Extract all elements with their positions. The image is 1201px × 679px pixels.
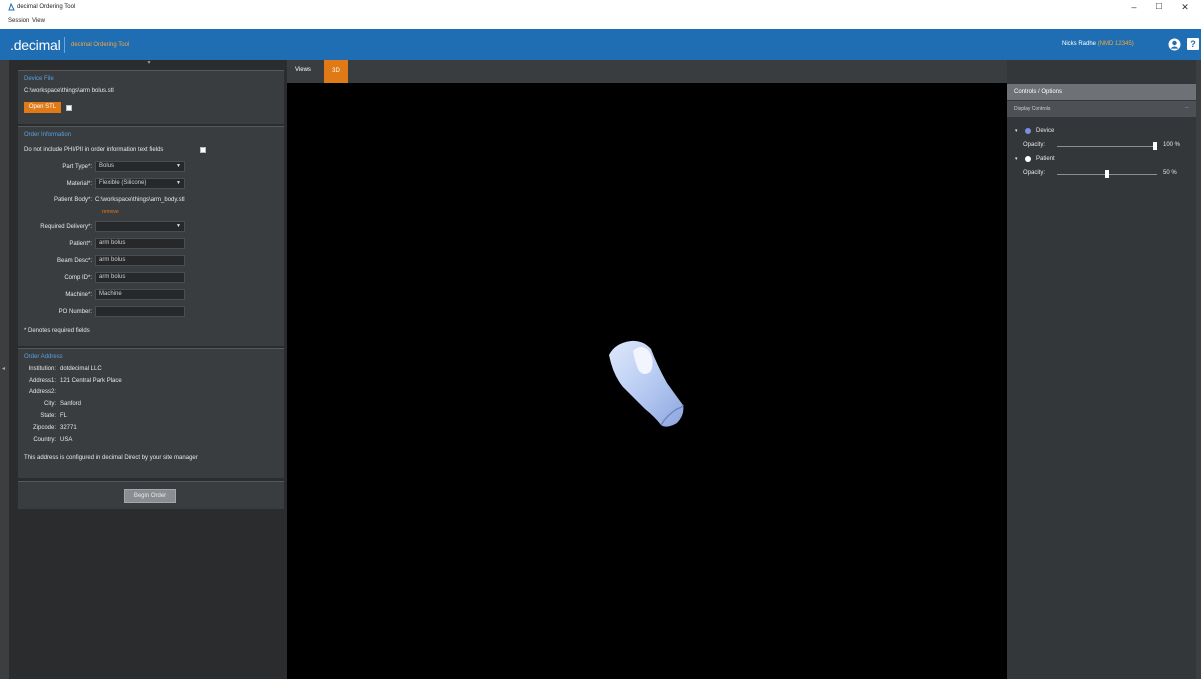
beam-desc-input[interactable]: arm bolus xyxy=(95,255,185,266)
device-file-path: C:\workspace\things\arm bolus.stl xyxy=(24,88,114,94)
device-opacity-slider[interactable] xyxy=(1057,146,1157,147)
display-controls-header[interactable]: Display Controls – xyxy=(1007,101,1196,117)
part-type-label: Part Type*: xyxy=(62,164,92,170)
material-select[interactable]: Flexible (Silicone) ▼ xyxy=(95,178,185,189)
order-address-title: Order Address xyxy=(24,354,63,360)
menu-item-session[interactable]: Session xyxy=(8,18,29,24)
user-name-text: Nicks Radhe xyxy=(1062,41,1097,47)
user-account-icon[interactable] xyxy=(1168,38,1181,51)
app-title: decimal Ordering Tool xyxy=(71,42,130,48)
patient-opacity-value: 50 % xyxy=(1163,170,1177,176)
device-file-section: Device File C:\workspace\things\arm bolu… xyxy=(18,70,284,124)
address1-value: 121 Central Park Place xyxy=(60,378,122,384)
remove-patient-body-link[interactable]: remove xyxy=(102,209,119,215)
state-label: State: xyxy=(40,413,56,419)
left-collapse-strip[interactable]: ◂ xyxy=(0,60,9,679)
machine-input[interactable]: Machine xyxy=(95,289,185,300)
address2-label: Address2: xyxy=(28,389,56,395)
caret-down-icon[interactable]: ▾ xyxy=(1015,128,1018,134)
begin-order-button[interactable]: Begin Order xyxy=(124,489,176,503)
chevron-down-icon: ▼ xyxy=(176,180,181,186)
chevron-down-icon: ▼ xyxy=(176,163,181,169)
device-color-swatch[interactable] xyxy=(1025,128,1031,134)
chevron-left-icon[interactable]: ◂ xyxy=(2,365,5,372)
phi-checkbox[interactable] xyxy=(200,147,206,153)
required-delivery-select[interactable]: ▼ xyxy=(95,221,185,232)
part-type-select[interactable]: Bolus ▼ xyxy=(95,161,185,172)
controls-options-title: Controls / Options xyxy=(1014,89,1063,95)
help-icon[interactable]: ? xyxy=(1187,38,1199,50)
patient-label: Patient*: xyxy=(69,241,92,247)
right-edge-strip xyxy=(1196,60,1201,679)
header-divider xyxy=(64,37,65,53)
collapse-icon[interactable]: – xyxy=(1185,105,1188,111)
comp-id-label: Comp ID*: xyxy=(64,275,92,281)
close-button[interactable]: ✕ xyxy=(1174,0,1196,14)
patient-body-path: C:\workspace\things\arm_body.stl xyxy=(95,197,185,203)
country-value: USA xyxy=(60,437,73,443)
order-panel: ▾ Device File C:\workspace\things\arm bo… xyxy=(9,60,287,679)
phi-warning-label: Do not include PHI/PII in order informat… xyxy=(24,147,164,153)
material-label: Material*: xyxy=(66,181,92,187)
institution-label: Institution: xyxy=(28,366,56,372)
decimal-logo: .decimal xyxy=(10,37,61,53)
comp-id-input[interactable]: arm bolus xyxy=(95,272,185,283)
3d-viewport[interactable] xyxy=(287,83,1007,679)
window-titlebar: decimal Ordering Tool – ☐ ✕ xyxy=(0,0,1201,14)
address1-label: Address1: xyxy=(28,378,56,384)
device-file-checkbox[interactable] xyxy=(66,105,72,111)
tab-3d[interactable]: 3D xyxy=(324,60,348,83)
chevron-down-icon[interactable]: ▾ xyxy=(139,60,159,67)
patient-layer-label: Patient xyxy=(1036,156,1055,162)
caret-down-icon[interactable]: ▾ xyxy=(1015,156,1018,162)
menu-bar: Session View xyxy=(0,14,1201,29)
beam-desc-label: Beam Desc*: xyxy=(56,258,92,264)
bolus-3d-model[interactable] xyxy=(605,335,695,435)
controls-options-header: Controls / Options xyxy=(1007,84,1196,100)
menu-item-view[interactable]: View xyxy=(32,18,45,24)
view-tabs-bar: Views 3D xyxy=(287,60,1007,83)
part-type-value: Bolus xyxy=(99,163,115,169)
maximize-button[interactable]: ☐ xyxy=(1148,0,1170,14)
city-value: Sanford xyxy=(60,401,82,407)
required-delivery-label: Required Delivery*: xyxy=(40,224,92,230)
controls-panel: Controls / Options Display Controls – ▾ … xyxy=(1007,60,1196,679)
required-fields-note: * Denotes required fields xyxy=(24,328,90,334)
user-name: Nicks Radhe (NMD 12345) xyxy=(1062,41,1134,47)
app-header: .decimal decimal Ordering Tool Nicks Rad… xyxy=(0,29,1201,60)
chevron-down-icon: ▼ xyxy=(176,223,181,229)
app-icon xyxy=(8,3,15,11)
device-label: Device xyxy=(1036,128,1055,134)
device-opacity-label: Opacity: xyxy=(1023,142,1046,148)
zipcode-label: Zipcode: xyxy=(32,425,56,431)
user-id: (NMD 12345) xyxy=(1097,41,1134,47)
order-information-section: Order Information Do not include PHI/PII… xyxy=(18,126,284,346)
zipcode-value: 32771 xyxy=(60,425,77,431)
material-value: Flexible (Silicone) xyxy=(99,180,147,186)
city-label: City: xyxy=(44,401,56,407)
address-config-note: This address is configured in decimal Di… xyxy=(24,455,198,461)
begin-order-section: Begin Order xyxy=(18,481,284,509)
po-number-input[interactable] xyxy=(95,306,185,317)
country-label: Country: xyxy=(33,437,56,443)
patient-opacity-label: Opacity: xyxy=(1023,170,1046,176)
institution-value: dotdecimal LLC xyxy=(60,366,102,372)
patient-color-swatch[interactable] xyxy=(1025,156,1031,162)
open-stl-button[interactable]: Open STL xyxy=(24,102,61,113)
patient-input[interactable]: arm bolus xyxy=(95,238,185,249)
po-number-label: PO Number: xyxy=(58,309,92,315)
machine-label: Machine*: xyxy=(65,292,92,298)
order-information-title: Order Information xyxy=(24,132,72,138)
patient-body-label: Patient Body*: xyxy=(53,197,92,203)
patient-opacity-thumb[interactable] xyxy=(1105,170,1109,178)
window-title: decimal Ordering Tool xyxy=(17,4,76,10)
device-opacity-value: 100 % xyxy=(1163,142,1181,148)
device-file-title: Device File xyxy=(24,76,54,82)
state-value: FL xyxy=(60,413,68,419)
display-controls-title: Display Controls xyxy=(1014,106,1051,112)
device-opacity-thumb[interactable] xyxy=(1153,142,1157,150)
views-label: Views xyxy=(295,67,311,73)
minimize-button[interactable]: – xyxy=(1123,0,1145,14)
order-address-section: Order Address Institution: dotdecimal LL… xyxy=(18,348,284,478)
